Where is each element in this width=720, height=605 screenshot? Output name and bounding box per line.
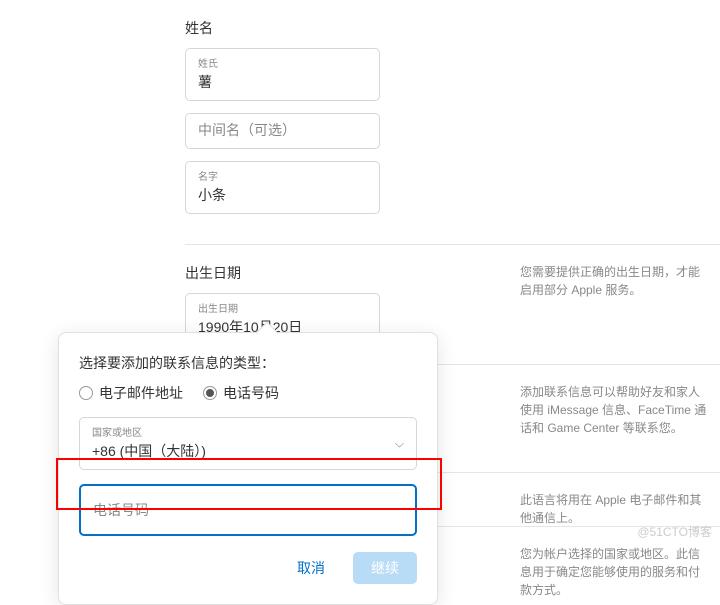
chevron-down-icon: ⌵ — [395, 436, 404, 451]
phone-input[interactable]: 电话号码 — [79, 484, 417, 536]
surname-field[interactable]: 姓氏 薯 — [185, 48, 380, 101]
name-section: 姓名 姓氏 薯 中间名（可选） 名字 小条 — [185, 0, 720, 245]
country-label: 国家或地区 — [92, 424, 404, 439]
birth-desc: 您需要提供正确的出生日期，才能启用部分 Apple 服务。 — [500, 263, 720, 346]
cancel-button[interactable]: 取消 — [279, 552, 343, 584]
givenname-label: 名字 — [198, 168, 367, 183]
continue-button[interactable]: 继续 — [353, 552, 417, 584]
contact-desc: 添加联系信息可以帮助好友和家人使用 iMessage 信息、FaceTime 通… — [500, 383, 720, 454]
givenname-value: 小条 — [198, 187, 226, 203]
name-desc — [500, 18, 720, 226]
givenname-field[interactable]: 名字 小条 — [185, 161, 380, 214]
watermark: @51CTO博客 — [637, 523, 712, 540]
popover-title: 选择要添加的联系信息的类型： — [79, 353, 417, 373]
birth-title: 出生日期 — [185, 263, 500, 283]
phone-placeholder: 电话号码 — [93, 502, 149, 518]
name-title: 姓名 — [185, 18, 500, 38]
radio-phone-label: 电话号码 — [223, 383, 279, 403]
add-contact-popover: 选择要添加的联系信息的类型： 电子邮件地址 电话号码 国家或地区 +86 (中国… — [58, 332, 438, 605]
radio-email[interactable]: 电子邮件地址 — [79, 383, 183, 403]
birth-label: 出生日期 — [198, 300, 367, 315]
radio-icon — [203, 386, 217, 400]
surname-label: 姓氏 — [198, 55, 367, 70]
country-select[interactable]: 国家或地区 +86 (中国（大陆）) ⌵ — [79, 417, 417, 470]
middlename-placeholder: 中间名（可选） — [198, 122, 296, 138]
lang-desc: 此语言将用在 Apple 电子邮件和其他通信上。 — [500, 491, 720, 508]
radio-icon — [79, 386, 93, 400]
region-desc: 您为帐户选择的国家或地区。此信息用于确定您能够使用的服务和付款方式。 — [500, 545, 720, 569]
country-value: +86 (中国（大陆）) — [92, 443, 206, 459]
surname-value: 薯 — [198, 74, 212, 90]
middlename-field[interactable]: 中间名（可选） — [185, 113, 380, 149]
radio-phone[interactable]: 电话号码 — [203, 383, 279, 403]
radio-email-label: 电子邮件地址 — [99, 383, 183, 403]
